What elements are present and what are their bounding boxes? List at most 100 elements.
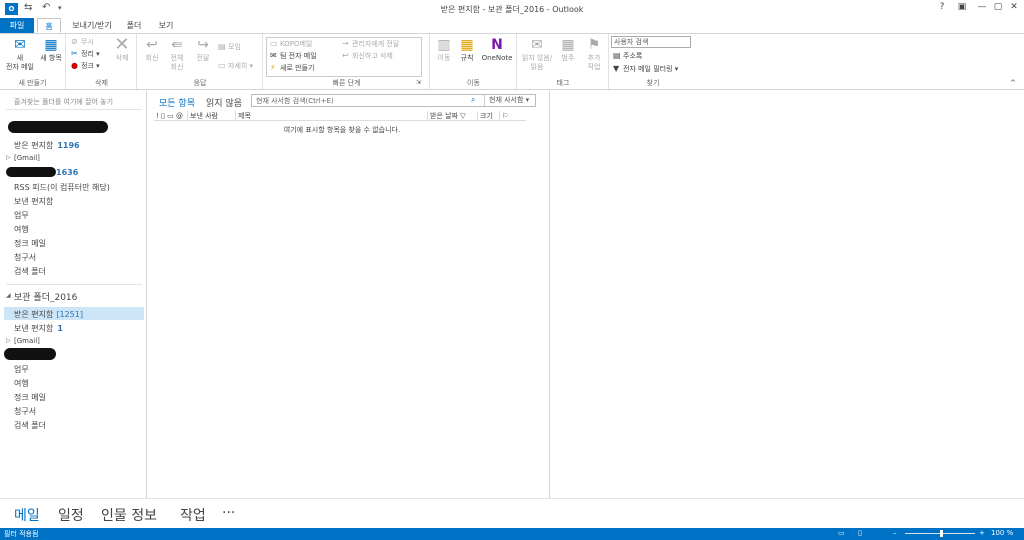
module-more[interactable]: ···: [222, 505, 235, 521]
mailbox-search-input[interactable]: 현재 사서함 검색(Ctrl+E) ⌕ 현재 사서함 ▾: [251, 94, 536, 107]
new-email-label-2: 전자 메일: [6, 63, 34, 71]
delete-button[interactable]: ✕ 삭제: [109, 36, 135, 63]
archive-folder-sent[interactable]: 보낸 편지함 1: [14, 323, 63, 334]
collapse-archive-icon[interactable]: ◢: [6, 292, 11, 299]
archive-folder-travel[interactable]: 여행: [14, 378, 29, 389]
filter-icon: ▼: [613, 64, 620, 73]
followup-label-1: 추가: [587, 54, 601, 62]
help-button[interactable]: ?: [932, 2, 952, 16]
onenote-button[interactable]: N OneNote: [480, 37, 514, 63]
archive-folder-junk[interactable]: 정크 메일: [14, 392, 46, 403]
new-email-button[interactable]: ✉ 새 전자 메일: [4, 37, 36, 72]
address-book-button[interactable]: ▤ 주소록: [613, 51, 642, 61]
new-items-button[interactable]: ▦ 새 항목: [36, 37, 66, 63]
folder-inbox[interactable]: 받은 편지함 1196: [14, 140, 80, 151]
module-people[interactable]: 인물 정보: [101, 505, 157, 525]
close-button[interactable]: ✕: [1004, 2, 1024, 16]
redacted-folder-count-value: 1636: [56, 168, 79, 177]
zoom-out-icon[interactable]: –: [893, 529, 897, 537]
delete-label: 삭제: [115, 54, 129, 62]
zoom-level[interactable]: 100 %: [991, 529, 1013, 537]
folder-search[interactable]: 검색 폴더: [14, 266, 46, 277]
reply-button[interactable]: ↩ 회신: [140, 37, 164, 63]
folder-sent[interactable]: 보낸 편지함: [14, 196, 53, 207]
unread-read-label-2: 읽음: [530, 63, 544, 71]
filter-email-button[interactable]: ▼ 전자 메일 필터링 ▾: [613, 64, 678, 74]
meeting-button[interactable]: ▤ 모임: [218, 42, 241, 52]
search-scope-dropdown[interactable]: 현재 사서함 ▾: [484, 95, 536, 106]
followup-button[interactable]: ⚑ 추가 작업: [581, 37, 607, 72]
column-from[interactable]: 보낸 사람: [188, 111, 236, 121]
folder-travel[interactable]: 여행: [14, 224, 29, 235]
folder-gmail[interactable]: [Gmail]: [14, 154, 40, 162]
reply-delete-icon: ↩: [342, 51, 349, 60]
team-email-icon: ✉: [270, 51, 277, 60]
attachment-icon: @: [176, 112, 183, 120]
title-bar: O ⇆ ↶ ▾ 받은 편지함 - 보관 폴더_2016 - Outlook ? …: [0, 0, 1024, 18]
quick-step-create-new[interactable]: ⚡ 새로 만들기: [270, 63, 314, 73]
tab-send-receive[interactable]: 보내기/받기: [66, 18, 118, 33]
zoom-in-icon[interactable]: +: [979, 529, 985, 537]
ribbon-display-options-button[interactable]: ▣: [952, 2, 972, 16]
column-flag[interactable]: ⚐: [500, 111, 514, 121]
more-respond-icon: ▭: [218, 61, 226, 70]
archive-folder-inbox[interactable]: 받은 편지함 [1251]: [14, 309, 83, 320]
forward-label: 전달: [196, 54, 210, 62]
folder-work[interactable]: 업무: [14, 210, 29, 221]
redacted-folder-count[interactable]: 1636: [56, 168, 78, 177]
ribbon-group-tags: ✉ 읽지 않음/ 읽음 ▦ 범주 ⚑ 추가 작업 태그: [518, 34, 609, 89]
folder-rss[interactable]: RSS 피드(이 컴퓨터만 해당): [14, 182, 110, 193]
normal-view-icon[interactable]: ▭: [838, 529, 845, 537]
reply-all-button[interactable]: ⇚ 전체 회신: [165, 37, 189, 72]
archive-header[interactable]: 보관 폴더_2016: [14, 290, 77, 303]
collapse-ribbon-icon[interactable]: ^: [1010, 78, 1016, 88]
tab-file[interactable]: 파일: [0, 18, 34, 33]
module-mail[interactable]: 메일: [14, 505, 40, 525]
archive-sent-label: 보낸 편지함: [14, 324, 54, 333]
unread-read-icon: ✉: [531, 37, 543, 53]
onenote-label: OneNote: [481, 54, 513, 62]
archive-folder-work[interactable]: 업무: [14, 364, 29, 375]
rules-button[interactable]: ▦ 규칙: [456, 37, 478, 63]
module-tasks[interactable]: 작업: [180, 505, 206, 525]
filter-unread[interactable]: 읽지 않음: [206, 96, 242, 109]
archive-folder-gmail[interactable]: [Gmail]: [14, 337, 40, 345]
column-size[interactable]: 크기: [478, 111, 500, 121]
expand-archive-gmail-icon[interactable]: ▷: [6, 337, 11, 344]
sort-down-icon: ▽: [460, 112, 466, 120]
folder-junk[interactable]: 정크 메일: [14, 238, 46, 249]
zoom-slider-thumb[interactable]: [940, 530, 943, 537]
archive-folder-search[interactable]: 검색 폴더: [14, 420, 46, 431]
search-people-input[interactable]: 사용자 검색: [611, 36, 691, 48]
unread-read-button[interactable]: ✉ 읽지 않음/ 읽음: [519, 37, 555, 72]
module-calendar[interactable]: 일정: [58, 505, 84, 525]
folder-bills[interactable]: 청구서: [14, 252, 36, 263]
archive-folder-bills[interactable]: 청구서: [14, 406, 36, 417]
tab-folder[interactable]: 폴더: [121, 18, 147, 33]
junk-button[interactable]: ● 정크 ▾: [71, 61, 100, 71]
quick-step-team-email-label: 팀 전자 메일: [280, 52, 317, 60]
column-received[interactable]: 받은 날짜 ▽: [428, 111, 478, 121]
move-button[interactable]: ▥ 이동: [433, 37, 455, 63]
categorize-button[interactable]: ▦ 범주: [556, 37, 580, 63]
more-respond-button[interactable]: ▭ 자세히 ▾: [218, 61, 253, 71]
forward-icon: ↪: [197, 37, 209, 53]
forward-button[interactable]: ↪ 전달: [191, 37, 215, 63]
ignore-button[interactable]: ⊘ 무시: [71, 37, 94, 47]
search-icon[interactable]: ⌕: [471, 95, 475, 105]
column-subject[interactable]: 제목: [236, 111, 428, 121]
cleanup-button[interactable]: ✂ 정리 ▾: [71, 49, 100, 59]
quick-step-team-email[interactable]: ✉ 팀 전자 메일: [270, 51, 317, 61]
reading-view-icon[interactable]: ▯: [858, 529, 862, 537]
filter-email-label: 전자 메일 필터링: [623, 65, 673, 73]
quick-step-kopo[interactable]: ▭ KOPO메일: [270, 39, 312, 49]
quick-step-forward-manager[interactable]: → 관리자에게 전달: [342, 39, 399, 49]
expand-gmail-icon[interactable]: ▷: [6, 154, 11, 161]
tab-home[interactable]: 홈: [37, 18, 61, 33]
tab-view[interactable]: 보기: [153, 18, 179, 33]
new-items-label: 새 항목: [40, 54, 62, 62]
reply-icon: ↩: [146, 37, 158, 53]
column-icons[interactable]: ! ▯ ▭ @: [154, 111, 188, 121]
filter-all-items[interactable]: 모든 항목: [159, 96, 195, 109]
quick-step-reply-delete[interactable]: ↩ 회신하고 삭제: [342, 51, 393, 61]
